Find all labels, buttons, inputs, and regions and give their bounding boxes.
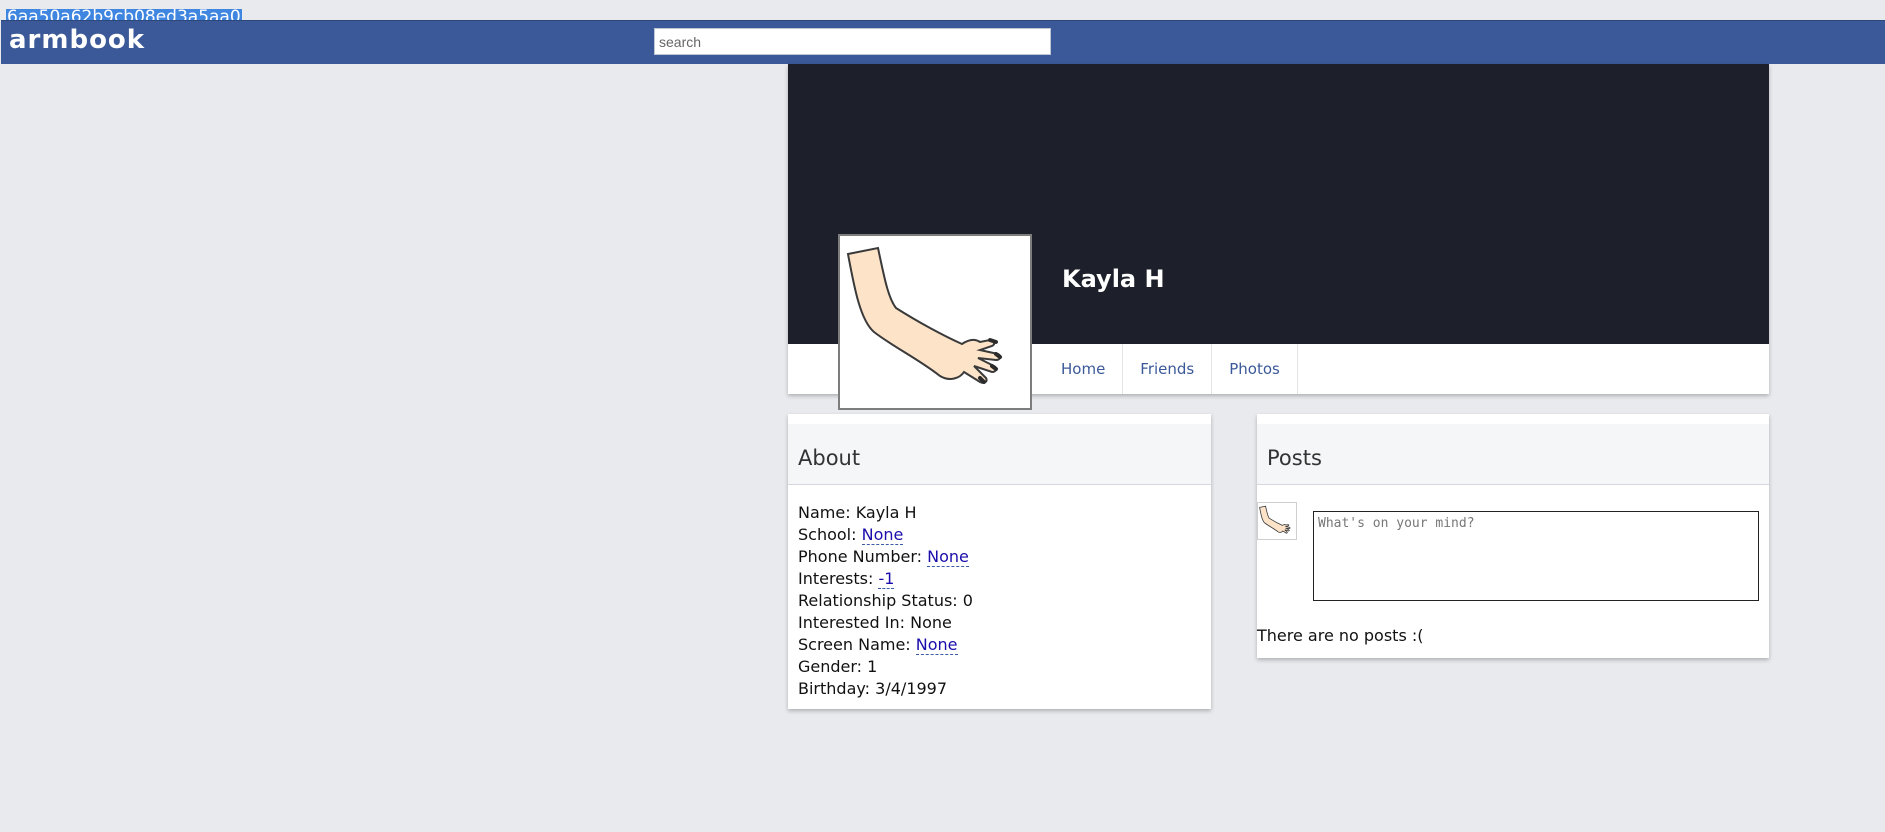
post-composer-input[interactable]: [1313, 511, 1759, 601]
interests-link[interactable]: -1: [878, 569, 895, 589]
composer-avatar: [1257, 502, 1297, 540]
profile-name: Kayla H: [1062, 265, 1165, 293]
about-interested-in-row: Interested In: None: [798, 612, 973, 634]
arm-icon: [846, 246, 1002, 384]
arm-icon: [1259, 505, 1291, 534]
relationship-value: 0: [962, 591, 973, 610]
posts-panel: Posts There are no posts :(: [1257, 414, 1769, 658]
about-label: Interests:: [798, 569, 874, 588]
about-title: About: [798, 446, 861, 470]
about-label: Birthday:: [798, 679, 871, 698]
about-screen-name-row: Screen Name: None: [798, 634, 973, 656]
interested-in-value: None: [910, 613, 952, 632]
birthday-value: 3/4/1997: [875, 679, 948, 698]
about-interests-row: Interests: -1: [798, 568, 973, 590]
about-label: Name:: [798, 503, 851, 522]
about-name-value: Kayla H: [855, 503, 917, 522]
about-name-row: Name: Kayla H: [798, 502, 973, 524]
about-school-row: School: None: [798, 524, 973, 546]
school-link[interactable]: None: [861, 525, 904, 545]
about-list: Name: Kayla H School: None Phone Number:…: [798, 502, 973, 700]
about-label: School:: [798, 525, 857, 544]
about-birthday-row: Birthday: 3/4/1997: [798, 678, 973, 700]
about-phone-row: Phone Number: None: [798, 546, 973, 568]
profile-header-card: Kayla H Home Friends Photos: [788, 64, 1769, 410]
nav-home[interactable]: Home: [1044, 344, 1124, 394]
search-input[interactable]: [654, 28, 1051, 55]
armbook-logo[interactable]: armbook: [9, 25, 145, 55]
gender-value: 1: [867, 657, 878, 676]
about-relationship-row: Relationship Status: 0: [798, 590, 973, 612]
about-gender-row: Gender: 1: [798, 656, 973, 678]
about-label: Gender:: [798, 657, 863, 676]
nav-friends[interactable]: Friends: [1123, 344, 1213, 394]
nav-photos[interactable]: Photos: [1212, 344, 1298, 394]
profile-avatar[interactable]: [838, 234, 1032, 410]
about-panel: About Name: Kayla H School: None Phone N…: [788, 414, 1211, 709]
about-label: Screen Name:: [798, 635, 911, 654]
posts-title: Posts: [1267, 446, 1322, 470]
about-label: Interested In:: [798, 613, 905, 632]
empty-posts-text: There are no posts :(: [1257, 626, 1424, 645]
phone-link[interactable]: None: [927, 547, 969, 567]
posts-header: [1257, 424, 1769, 485]
about-label: Phone Number:: [798, 547, 923, 566]
screen-name-link[interactable]: None: [915, 635, 958, 655]
about-label: Relationship Status:: [798, 591, 958, 610]
top-navbar: armbook: [1, 20, 1885, 64]
profile-nav: Home Friends Photos: [1044, 344, 1298, 394]
